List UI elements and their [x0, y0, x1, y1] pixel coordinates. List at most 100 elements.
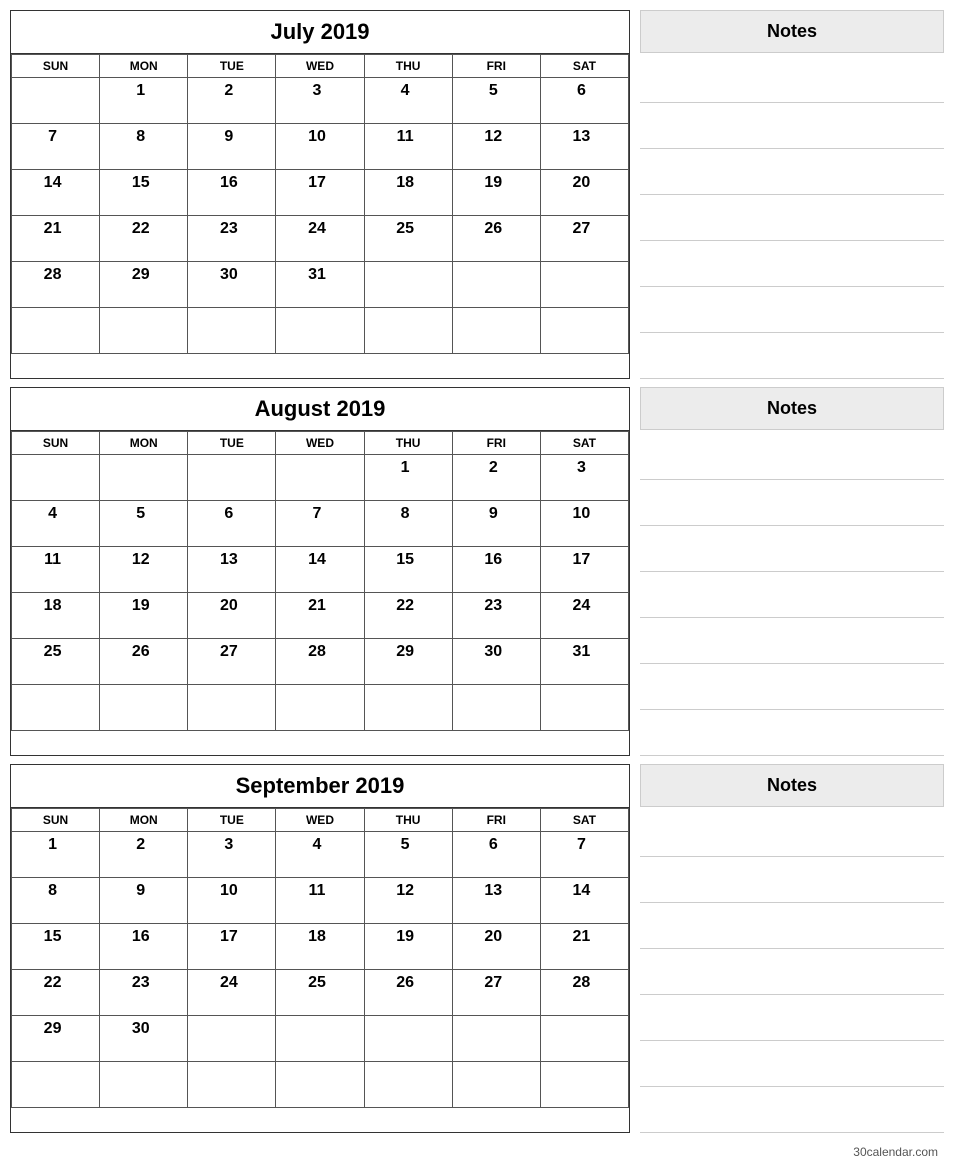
day-cell: 6: [540, 78, 628, 124]
day-header-wed: WED: [276, 432, 364, 455]
day-cell: 25: [276, 970, 364, 1016]
day-cell: [12, 685, 100, 731]
day-cell: 20: [188, 593, 276, 639]
day-cell: 18: [364, 170, 452, 216]
day-header-tue: TUE: [188, 432, 276, 455]
calendar-title-0: July 2019: [11, 11, 629, 54]
note-line: [640, 149, 944, 195]
day-cell: 16: [452, 547, 540, 593]
calendar-0: July 2019SUNMONTUEWEDTHUFRISAT1234567891…: [10, 10, 630, 379]
day-header-fri: FRI: [452, 809, 540, 832]
day-cell: 17: [276, 170, 364, 216]
day-cell: [12, 455, 100, 501]
calendar-title-1: August 2019: [11, 388, 629, 431]
day-cell: 24: [188, 970, 276, 1016]
day-cell: 17: [540, 547, 628, 593]
day-header-thu: THU: [364, 432, 452, 455]
day-cell: 4: [276, 832, 364, 878]
week-row-1: 78910111213: [12, 124, 629, 170]
week-row-3: 21222324252627: [12, 216, 629, 262]
week-row-5: [12, 308, 629, 354]
day-cell: 31: [540, 639, 628, 685]
day-cell: 18: [276, 924, 364, 970]
week-row-2: 14151617181920: [12, 170, 629, 216]
day-cell: 28: [540, 970, 628, 1016]
calendar-grid-0: SUNMONTUEWEDTHUFRISAT1234567891011121314…: [11, 54, 629, 354]
day-cell: 27: [188, 639, 276, 685]
day-cell: 17: [188, 924, 276, 970]
day-cell: 2: [452, 455, 540, 501]
day-cell: 19: [452, 170, 540, 216]
note-line: [640, 241, 944, 287]
notes-header-0: Notes: [640, 10, 944, 53]
day-cell: 29: [12, 1016, 100, 1062]
day-cell: 18: [12, 593, 100, 639]
day-cell: 22: [364, 593, 452, 639]
day-cell: 16: [100, 924, 188, 970]
note-line: [640, 903, 944, 949]
note-line: [640, 857, 944, 903]
note-line: [640, 103, 944, 149]
day-cell: 11: [276, 878, 364, 924]
day-cell: 13: [188, 547, 276, 593]
week-row-3: 22232425262728: [12, 970, 629, 1016]
day-cell: [100, 455, 188, 501]
calendar-1: August 2019SUNMONTUEWEDTHUFRISAT12345678…: [10, 387, 630, 756]
day-cell: [452, 1062, 540, 1108]
day-cell: 4: [12, 501, 100, 547]
day-cell: 14: [12, 170, 100, 216]
day-header-tue: TUE: [188, 809, 276, 832]
day-cell: 26: [452, 216, 540, 262]
week-row-1: 891011121314: [12, 878, 629, 924]
day-cell: [188, 1062, 276, 1108]
note-line: [640, 1041, 944, 1087]
day-cell: 22: [12, 970, 100, 1016]
day-cell: 8: [100, 124, 188, 170]
day-header-thu: THU: [364, 55, 452, 78]
week-row-4: 25262728293031: [12, 639, 629, 685]
day-cell: [540, 262, 628, 308]
day-cell: 9: [452, 501, 540, 547]
day-cell: 24: [276, 216, 364, 262]
day-cell: 23: [100, 970, 188, 1016]
day-header-thu: THU: [364, 809, 452, 832]
day-cell: [364, 685, 452, 731]
day-cell: [540, 685, 628, 731]
day-cell: 3: [188, 832, 276, 878]
week-row-2: 11121314151617: [12, 547, 629, 593]
calendar-grid-2: SUNMONTUEWEDTHUFRISAT1234567891011121314…: [11, 808, 629, 1108]
day-cell: 6: [188, 501, 276, 547]
day-cell: 15: [364, 547, 452, 593]
day-cell: 5: [364, 832, 452, 878]
day-cell: 7: [12, 124, 100, 170]
day-cell: 1: [364, 455, 452, 501]
day-cell: 8: [364, 501, 452, 547]
day-cell: 29: [364, 639, 452, 685]
day-cell: 20: [452, 924, 540, 970]
day-cell: 10: [540, 501, 628, 547]
note-line: [640, 710, 944, 756]
calendar-2: September 2019SUNMONTUEWEDTHUFRISAT12345…: [10, 764, 630, 1133]
day-cell: [540, 308, 628, 354]
day-cell: 21: [276, 593, 364, 639]
month-row-0: July 2019SUNMONTUEWEDTHUFRISAT1234567891…: [10, 10, 944, 379]
day-cell: 21: [12, 216, 100, 262]
day-cell: 28: [12, 262, 100, 308]
week-row-3: 18192021222324: [12, 593, 629, 639]
day-cell: [540, 1062, 628, 1108]
week-row-2: 15161718192021: [12, 924, 629, 970]
day-cell: [540, 1016, 628, 1062]
day-header-sun: SUN: [12, 432, 100, 455]
week-row-0: 1234567: [12, 832, 629, 878]
day-cell: 23: [452, 593, 540, 639]
week-row-1: 45678910: [12, 501, 629, 547]
notes-header-2: Notes: [640, 764, 944, 807]
day-cell: [452, 685, 540, 731]
page-container: July 2019SUNMONTUEWEDTHUFRISAT1234567891…: [10, 10, 944, 1163]
day-cell: 12: [452, 124, 540, 170]
day-cell: [276, 308, 364, 354]
day-cell: 2: [100, 832, 188, 878]
notes-lines-0: [640, 57, 944, 379]
day-cell: [452, 1016, 540, 1062]
day-cell: 10: [276, 124, 364, 170]
